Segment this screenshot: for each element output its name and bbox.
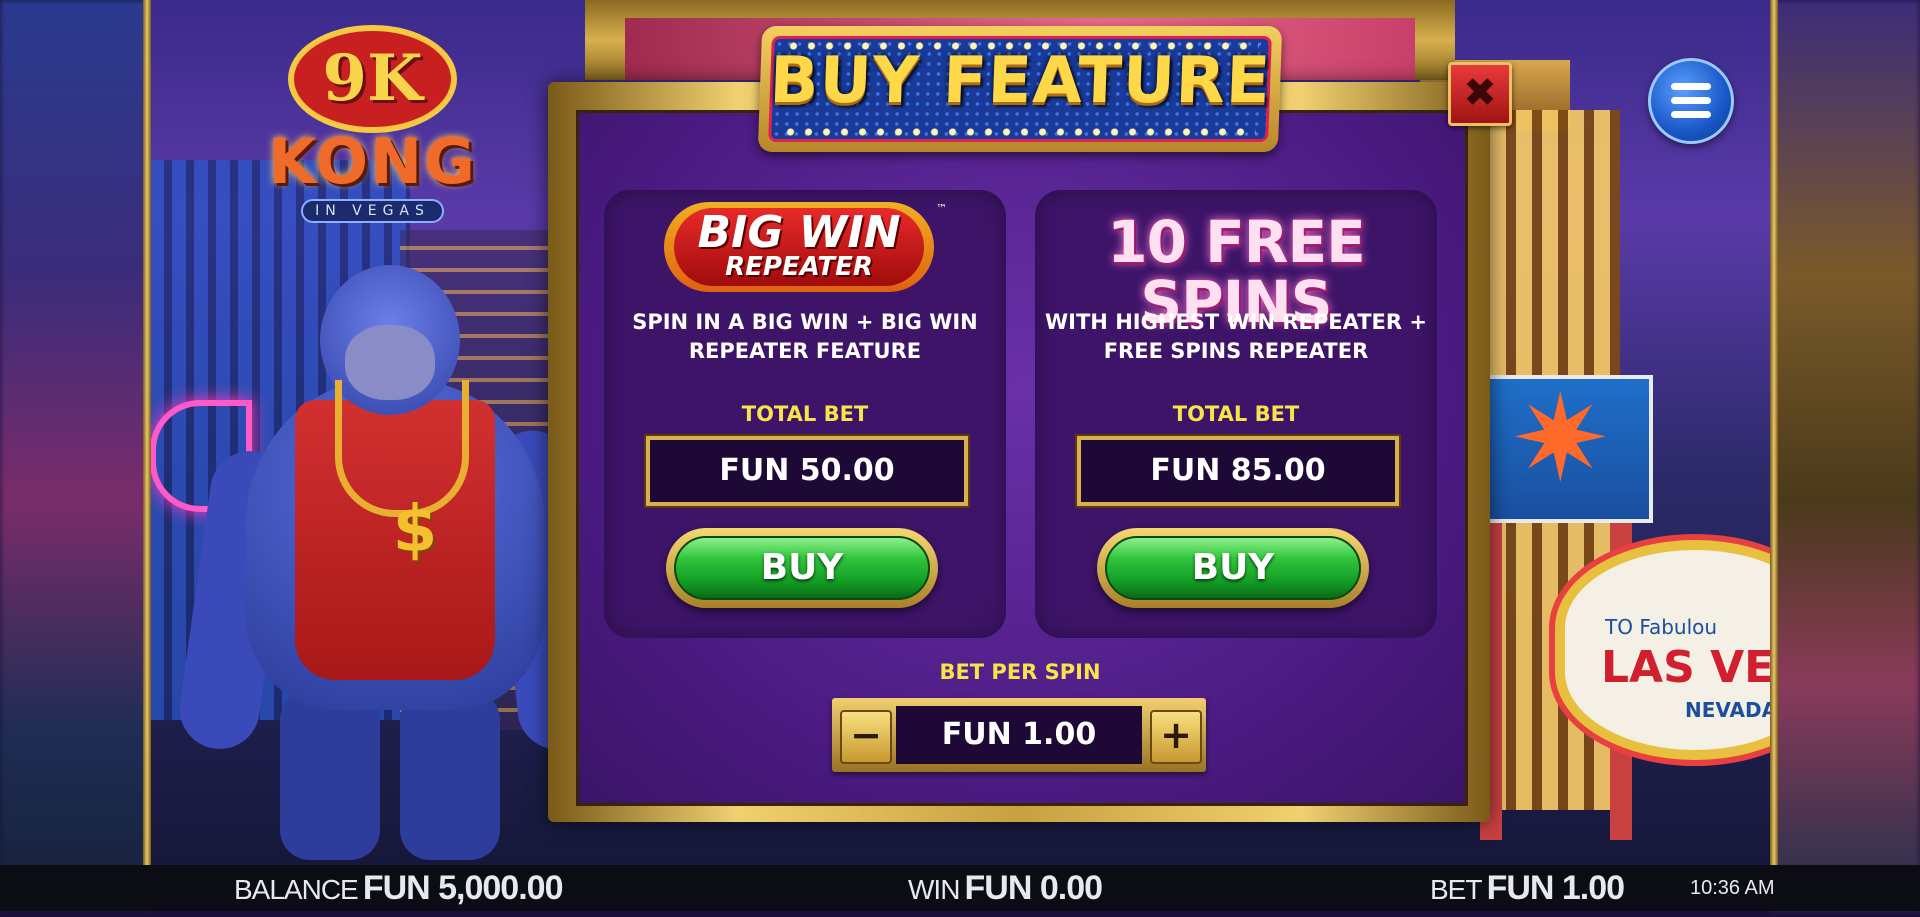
frame-edge-right	[1770, 0, 1778, 911]
close-button[interactable]: ✖	[1448, 62, 1512, 126]
hamburger-menu-icon[interactable]	[1648, 58, 1734, 144]
dollar-medal-icon: $	[392, 493, 438, 567]
total-bet-label: TOTAL BET	[741, 402, 869, 426]
title-bulbs-bottom	[781, 128, 1256, 136]
buy-button-face: BUY	[1105, 536, 1361, 600]
option-card-big-win-repeater: BIG WIN REPEATER ™ SPIN IN A BIG WIN + B…	[604, 190, 1006, 638]
bet-per-spin-stepper: − FUN 1.00 +	[832, 698, 1206, 772]
bet-label: BET	[1430, 874, 1482, 905]
total-bet-label: TOTAL BET	[1172, 402, 1300, 426]
menu-bar	[1671, 83, 1711, 90]
background-right-blur	[1770, 0, 1920, 911]
bet-per-spin-display: FUN 1.00	[896, 706, 1142, 764]
gorilla-leg-left	[280, 690, 380, 860]
big-win-repeater-logo: BIG WIN REPEATER ™	[664, 202, 947, 294]
balance-label: BALANCE	[234, 874, 359, 905]
logo-big-win-text: BIG WIN	[697, 207, 901, 258]
buy-button-face: BUY	[674, 536, 930, 600]
win-readout: WIN FUN 0.00	[908, 865, 1103, 917]
minus-icon: −	[850, 713, 882, 757]
logo-9k: 9K	[288, 25, 457, 133]
option-description: WITH HIGHEST WIN REPEATER + FREE SPINS R…	[1045, 310, 1427, 363]
las-vegas-sign: TO Fabulou LAS VE NEVADA	[1555, 540, 1770, 760]
menu-bar	[1671, 97, 1711, 104]
modal-title-plate: BUY FEATURE	[757, 26, 1283, 152]
buy-button-label: BUY	[760, 547, 844, 588]
buy-button-label: BUY	[1191, 547, 1275, 588]
win-label: WIN	[908, 874, 960, 905]
sign-main-text: LAS VE	[1601, 642, 1770, 693]
win-value: FUN 0.00	[964, 869, 1103, 907]
sign-state-text: NEVADA	[1685, 698, 1770, 722]
frame-edge-left	[143, 0, 151, 911]
plus-icon: +	[1160, 713, 1192, 757]
trademark-symbol: ™	[936, 202, 947, 215]
bet-readout: BET FUN 1.00	[1430, 865, 1625, 917]
buy-big-win-repeater-button[interactable]: BUY	[666, 528, 938, 608]
increase-bet-button[interactable]: +	[1150, 710, 1202, 764]
total-bet-value: FUN 50.00	[719, 453, 895, 488]
gorilla-leg-right	[400, 690, 500, 860]
bet-per-spin-value: FUN 1.00	[941, 717, 1097, 752]
close-x-icon: ✖	[1463, 70, 1497, 116]
option-card-free-spins: 10 FREE SPINS WITH HIGHEST WIN REPEATER …	[1035, 190, 1437, 638]
decrease-bet-button[interactable]: −	[840, 710, 892, 764]
game-logo: 9K KONG IN VEGAS	[255, 25, 490, 223]
logo-kong: KONG	[268, 125, 477, 198]
balance-value: FUN 5,000.00	[362, 869, 564, 907]
total-bet-value: FUN 85.00	[1150, 453, 1326, 488]
background-left-blur	[0, 0, 150, 911]
sign-star-icon: ✷	[1510, 370, 1611, 509]
sign-to-text: TO Fabulou	[1605, 615, 1718, 639]
bet-per-spin-label: BET PER SPIN	[939, 660, 1101, 684]
total-bet-display: FUN 50.00	[646, 436, 968, 506]
buy-free-spins-button[interactable]: BUY	[1097, 528, 1369, 608]
status-bar: BALANCE FUN 5,000.00 WIN FUN 0.00 BET FU…	[0, 865, 1920, 911]
menu-bar	[1671, 111, 1711, 118]
logo-in-vegas: IN VEGAS	[301, 199, 444, 223]
clock-time: 10:36 AM	[1690, 877, 1775, 899]
logo-repeater-text: REPEATER	[725, 252, 873, 282]
balance-readout: BALANCE FUN 5,000.00	[234, 865, 564, 917]
total-bet-display: FUN 85.00	[1077, 436, 1399, 506]
modal-title: BUY FEATURE	[768, 44, 1273, 118]
bet-value: FUN 1.00	[1486, 869, 1625, 907]
gorilla-character: $	[174, 250, 602, 860]
option-description: SPIN IN A BIG WIN + BIG WIN REPEATER FEA…	[632, 310, 978, 363]
